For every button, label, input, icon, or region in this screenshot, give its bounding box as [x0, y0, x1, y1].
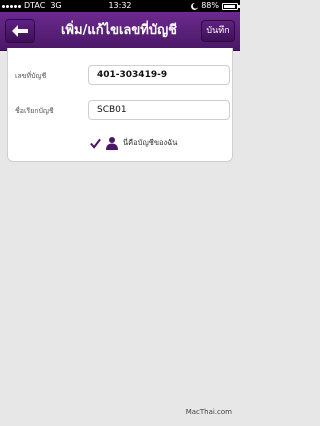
account-name-field[interactable]: SCB01 [88, 100, 230, 120]
back-button[interactable] [5, 19, 35, 43]
battery-fill [224, 4, 235, 8]
navigation-bar: เพิ่ม/แก้ไขเลขที่บัญชี บันทึก [0, 12, 240, 51]
account-form-card: เลขที่บัญชี 401-303419-9 ชื่อเรียกบัญชี … [7, 48, 233, 162]
battery-icon [222, 2, 240, 10]
status-bar: DTAC 3G 13:32 88% [0, 0, 240, 12]
save-button[interactable]: บันทึก [201, 20, 235, 42]
watermark: MacThai.com [185, 408, 232, 416]
checkmark-icon [90, 138, 101, 149]
moon-icon [191, 2, 199, 10]
account-number-label: เลขที่บัญชี [15, 72, 47, 80]
page-title: เพิ่ม/แก้ไขเลขที่บัญชี [60, 23, 178, 38]
person-icon [106, 137, 118, 150]
own-account-label: นี่คือบัญชีของฉัน [123, 138, 178, 147]
own-account-toggle[interactable]: นี่คือบัญชีของฉัน [90, 135, 177, 151]
account-name-label: ชื่อเรียกบัญชี [15, 107, 54, 115]
status-right: 88% [191, 0, 240, 12]
back-arrow-icon [12, 25, 28, 37]
battery-percent: 88% [201, 1, 219, 10]
account-number-field[interactable]: 401-303419-9 [88, 65, 230, 85]
